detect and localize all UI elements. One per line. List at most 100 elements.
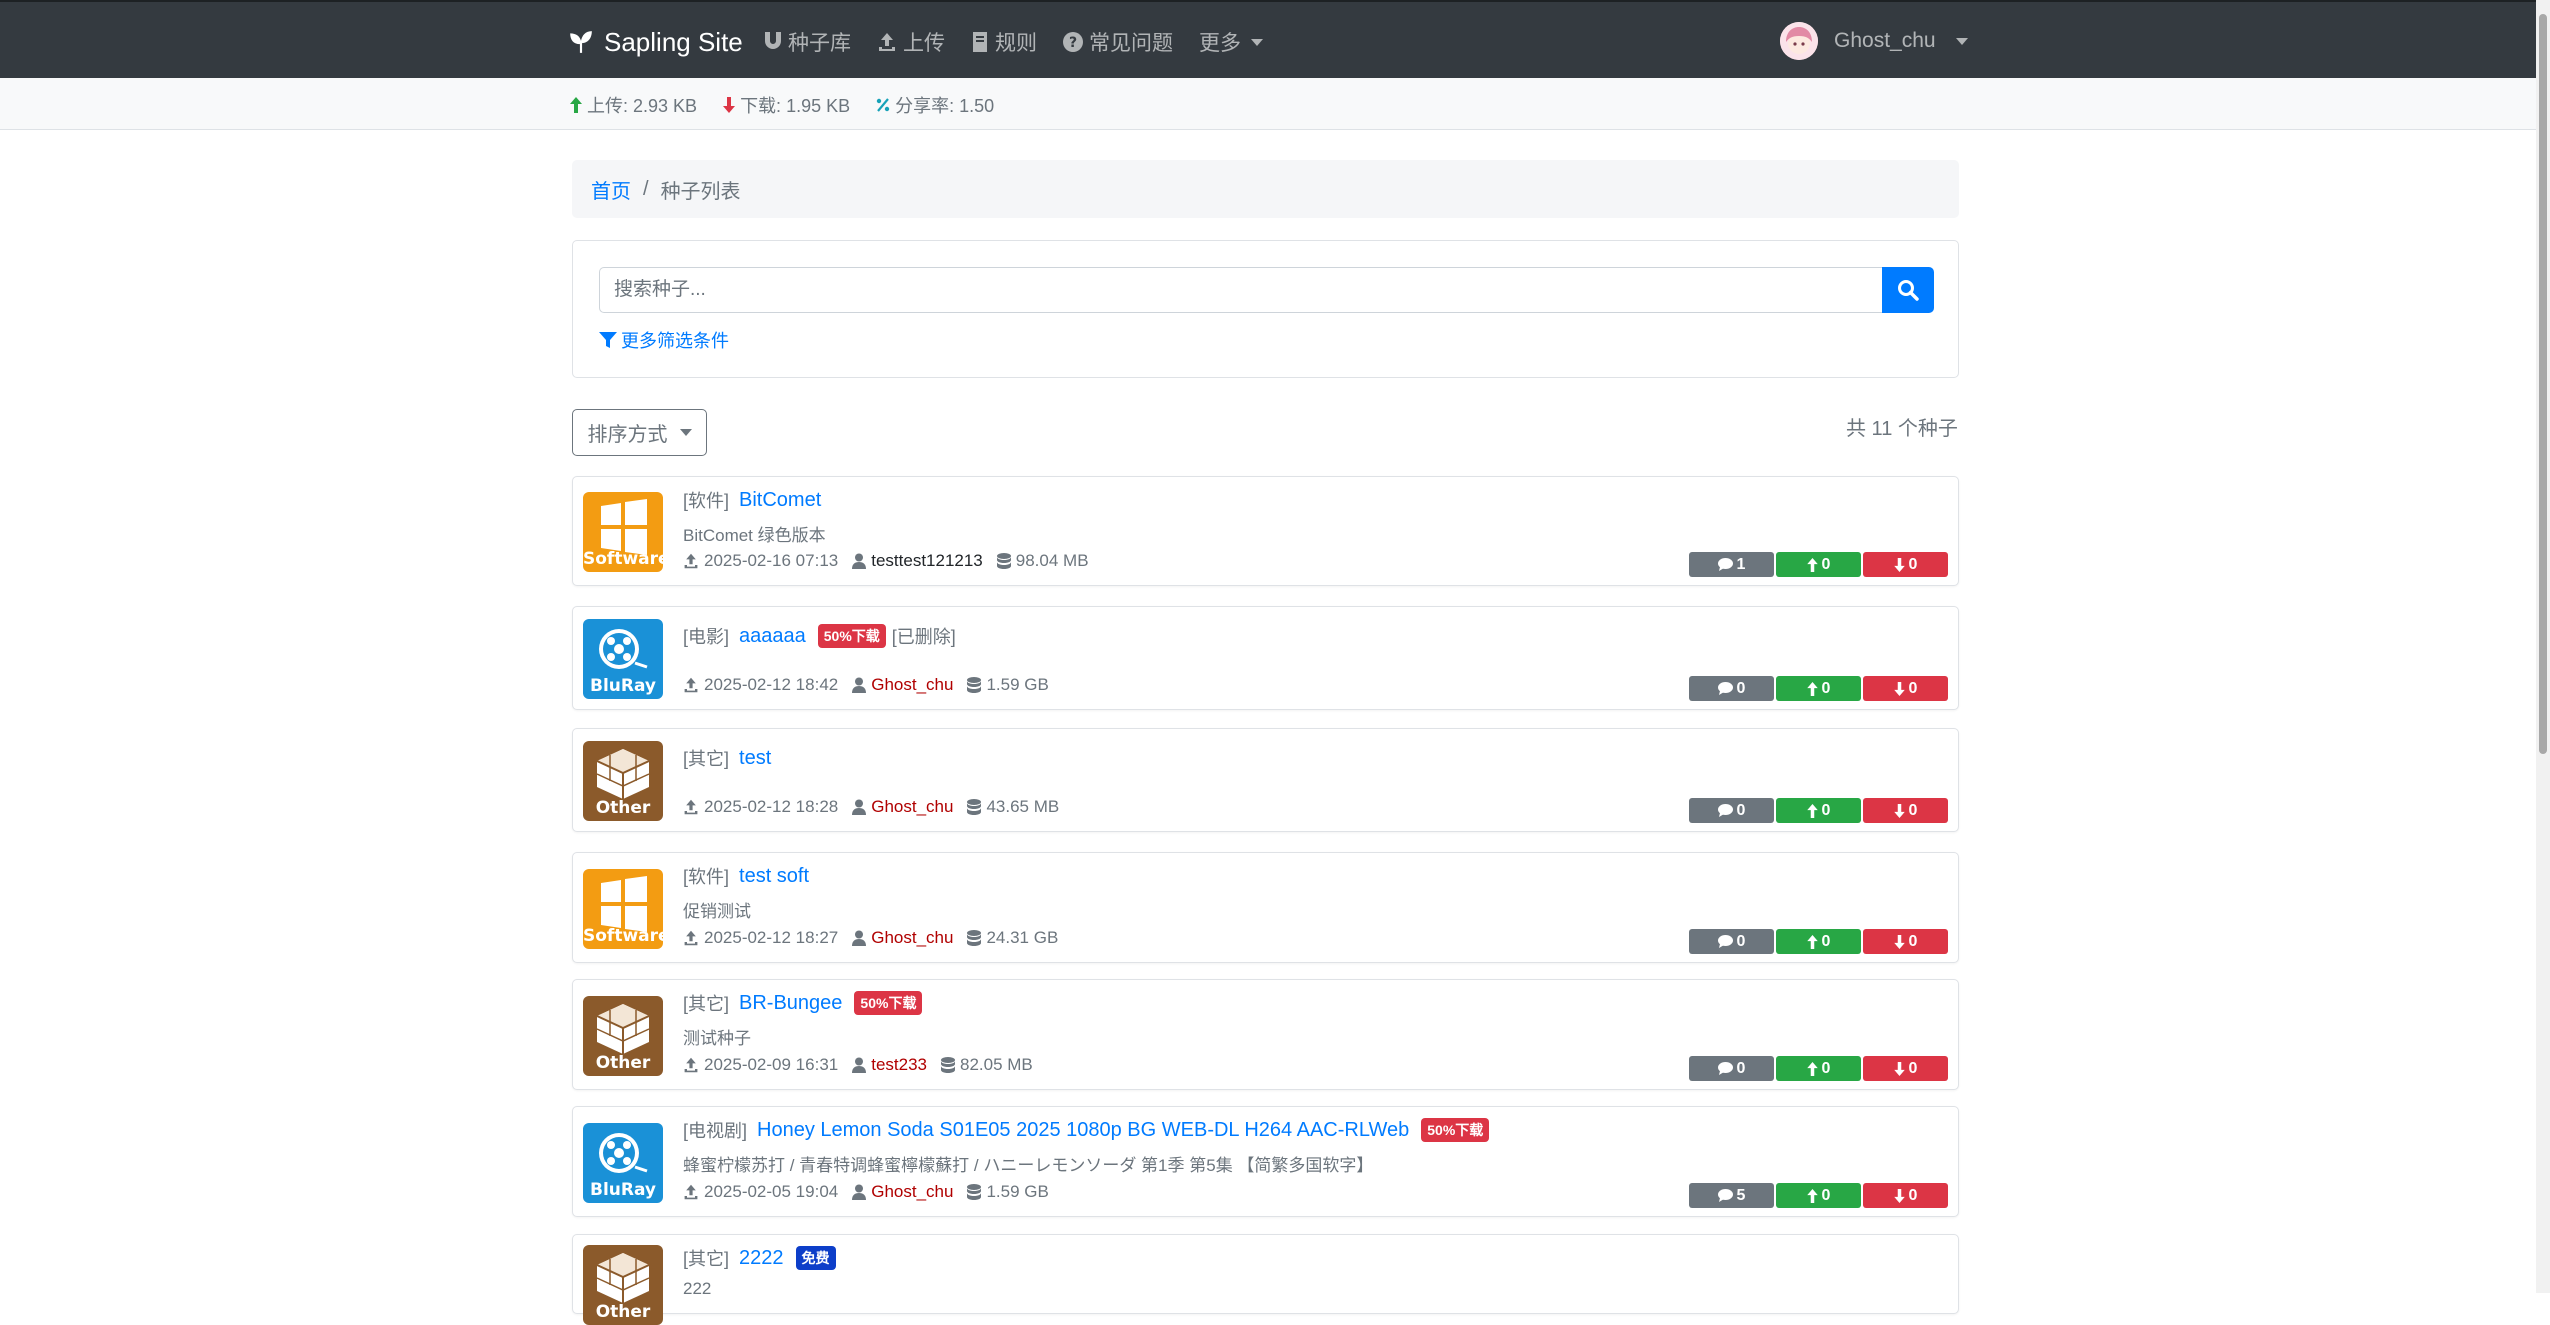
torrent-title-link[interactable]: BitComet — [739, 489, 821, 512]
seeders-count[interactable]: 0 — [1776, 552, 1861, 577]
uploader-link[interactable]: Ghost_chu — [871, 1182, 953, 1202]
arrow-down-icon — [723, 97, 736, 113]
comments-count[interactable]: 5 — [1689, 1183, 1774, 1208]
seeders-value: 0 — [1821, 1059, 1831, 1077]
user-icon — [852, 930, 867, 946]
seeders-count[interactable]: 0 — [1776, 1183, 1861, 1208]
uploader-link[interactable]: testtest121213 — [871, 551, 983, 571]
ratio-stat: 分享率: 1.50 — [876, 92, 994, 118]
torrent-stats: 0 0 0 — [1689, 798, 1948, 823]
torrent-title-row: [电视剧] Honey Lemon Soda S01E05 2025 1080p … — [683, 1117, 1490, 1143]
brand-link[interactable]: Sapling Site — [568, 22, 743, 62]
nav-upload[interactable]: 上传 — [877, 27, 945, 57]
torrent-title-link[interactable]: aaaaaa — [739, 625, 806, 648]
user-menu[interactable]: Ghost_chu — [1780, 22, 1968, 60]
category-image-label: BluRay — [589, 676, 656, 696]
nav-rules[interactable]: 规则 — [971, 27, 1037, 57]
bluray-disc-icon[interactable]: BluRay — [583, 1122, 663, 1203]
uploader-link[interactable]: Ghost_chu — [871, 797, 953, 817]
arrow-up-icon — [1806, 803, 1818, 818]
windows-software-icon[interactable]: Software — [583, 492, 663, 572]
leechers-count[interactable]: 0 — [1863, 929, 1948, 954]
database-icon — [967, 1184, 982, 1200]
torrent-size: 98.04 MB — [996, 551, 1089, 571]
torrent-title-link[interactable]: BR-Bungee — [739, 992, 842, 1015]
uploader-link[interactable]: Ghost_chu — [871, 675, 953, 695]
upload-stat: 上传: 2.93 KB — [570, 92, 697, 118]
torrent-title-row: [其它] 2222 免费 — [683, 1245, 836, 1271]
comments-count[interactable]: 0 — [1689, 929, 1774, 954]
bluray-disc-icon[interactable]: BluRay — [583, 619, 663, 699]
leechers-count[interactable]: 0 — [1863, 1056, 1948, 1081]
torrent-subtitle: 222 — [683, 1279, 712, 1298]
uploader: Ghost_chu — [852, 928, 953, 948]
other-cube-icon[interactable]: Other — [583, 1245, 663, 1325]
search-input[interactable] — [599, 267, 1882, 313]
comments-count[interactable]: 0 — [1689, 1056, 1774, 1081]
torrent-title-link[interactable]: Honey Lemon Soda S01E05 2025 1080p BG WE… — [757, 1119, 1409, 1142]
nav-torrents[interactable]: 种子库 — [764, 27, 851, 57]
torrent-item: BluRay [电视剧] Honey Lemon Soda S01E05 2025 … — [572, 1106, 1959, 1217]
category-tag: [软件] — [683, 491, 730, 511]
upload-date-text: 2025-02-16 07:13 — [704, 551, 839, 570]
sort-dropdown-button[interactable]: 排序方式 — [572, 409, 707, 456]
torrent-title-link[interactable]: test — [739, 747, 771, 770]
category-tag: [其它] — [683, 749, 730, 769]
comments-count[interactable]: 1 — [1689, 552, 1774, 577]
leechers-value: 0 — [1908, 555, 1918, 573]
torrent-count: 共 11 个种子 — [1846, 418, 1958, 440]
torrent-title-link[interactable]: 2222 — [739, 1247, 784, 1270]
nav-faq-label: 常见问题 — [1089, 32, 1173, 55]
torrent-meta: 2025-02-09 16:31 test233 82.05 MB — [683, 1055, 1033, 1075]
comments-count[interactable]: 0 — [1689, 798, 1774, 823]
upload-icon — [684, 1184, 698, 1200]
torrent-size-text: 24.31 GB — [986, 928, 1059, 947]
more-filters-link[interactable]: 更多筛选条件 — [599, 327, 729, 353]
upload-icon — [684, 799, 698, 815]
leechers-count[interactable]: 0 — [1863, 552, 1948, 577]
promotion-badge: 50%下载 — [1421, 1118, 1490, 1142]
windows-software-icon[interactable]: Software — [583, 868, 663, 949]
seeders-count[interactable]: 0 — [1776, 929, 1861, 954]
comments-value: 5 — [1736, 1186, 1746, 1204]
upload-date: 2025-02-09 16:31 — [683, 1055, 838, 1075]
arrow-up-icon — [570, 97, 582, 113]
scrollbar-thumb[interactable] — [2539, 14, 2547, 754]
page-scrollbar[interactable] — [2536, 0, 2550, 1293]
torrent-title-link[interactable]: test soft — [739, 865, 809, 888]
torrent-size: 24.31 GB — [967, 928, 1058, 948]
leechers-count[interactable]: 0 — [1863, 676, 1948, 701]
comments-count[interactable]: 0 — [1689, 676, 1774, 701]
arrow-up-icon — [1806, 934, 1818, 949]
category-image-label: Other — [595, 1052, 651, 1073]
category-tag: [其它] — [683, 1249, 730, 1269]
leechers-count[interactable]: 0 — [1863, 1183, 1948, 1208]
seeders-count[interactable]: 0 — [1776, 1056, 1861, 1081]
leechers-value: 0 — [1908, 1186, 1918, 1204]
arrow-up-icon — [1806, 557, 1818, 572]
comment-icon — [1717, 682, 1733, 695]
leechers-value: 0 — [1908, 1059, 1918, 1077]
other-cube-icon[interactable]: Other — [583, 995, 663, 1076]
database-icon — [967, 799, 982, 815]
database-icon — [996, 553, 1011, 569]
breadcrumb-home[interactable]: 首页 — [591, 175, 631, 204]
torrent-title-row: [软件] test soft — [683, 863, 809, 889]
upload-date: 2025-02-12 18:27 — [683, 928, 838, 948]
uploader-link[interactable]: test233 — [871, 1055, 927, 1075]
user-icon — [852, 1057, 867, 1073]
search-button[interactable] — [1882, 267, 1934, 313]
uploader-link[interactable]: Ghost_chu — [871, 928, 953, 948]
arrow-up-icon — [1806, 1061, 1818, 1076]
nav-more-dropdown[interactable]: 更多 — [1199, 27, 1263, 57]
torrent-meta: 2025-02-12 18:28 Ghost_chu 43.65 MB — [683, 797, 1059, 817]
share-ratio: 分享率: 1.50 — [895, 96, 995, 116]
seeders-count[interactable]: 0 — [1776, 798, 1861, 823]
search-icon — [1898, 280, 1919, 301]
upload-icon — [684, 553, 698, 569]
leechers-count[interactable]: 0 — [1863, 798, 1948, 823]
nav-faq[interactable]: ? 常见问题 — [1063, 27, 1173, 57]
comment-icon — [1717, 558, 1733, 571]
seeders-count[interactable]: 0 — [1776, 676, 1861, 701]
other-cube-icon[interactable]: Other — [583, 741, 663, 821]
